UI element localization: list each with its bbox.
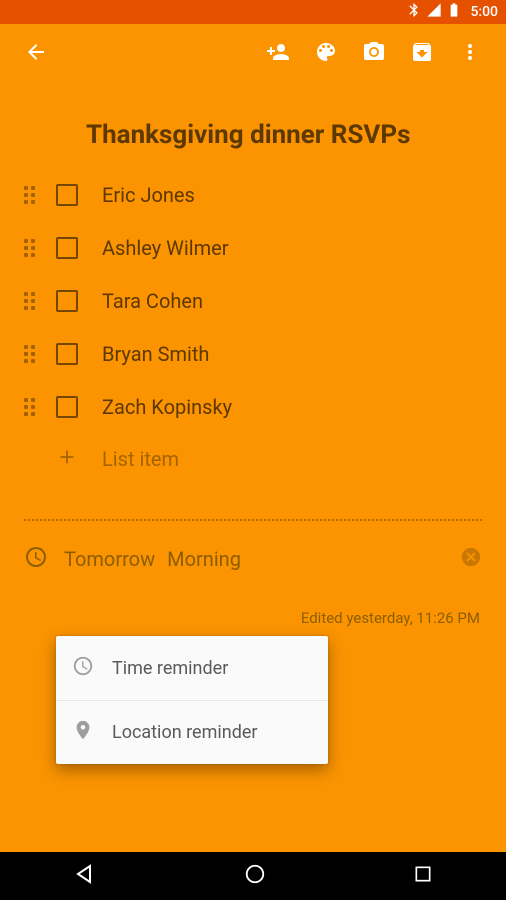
battery-icon [446,2,462,22]
time-reminder-label: Time reminder [112,658,228,679]
clear-reminder-button[interactable] [460,546,482,572]
drag-handle-icon[interactable] [24,398,42,416]
checkbox[interactable] [56,396,78,418]
drag-handle-icon[interactable] [24,292,42,310]
app-bar [0,24,506,80]
divider [24,519,482,521]
reminder-row[interactable]: Tomorrow Morning [24,545,482,573]
list-item-label[interactable]: Ashley Wilmer [102,236,229,260]
clock-icon [24,545,48,573]
status-bar: 5:00 [0,0,506,24]
archive-button[interactable] [398,28,446,76]
reminder-type-popup: Time reminder Location reminder [56,636,328,764]
drag-handle-icon[interactable] [24,345,42,363]
note-title[interactable]: Thanksgiving dinner RSVPs [86,120,482,150]
drag-handle-icon[interactable] [24,239,42,257]
drag-handle-icon[interactable] [24,186,42,204]
nav-home-button[interactable] [244,863,266,889]
clock-icon [72,655,94,682]
camera-button[interactable] [350,28,398,76]
time-reminder-option[interactable]: Time reminder [56,636,328,700]
note-content: Thanksgiving dinner RSVPs Eric Jones Ashl… [0,80,506,627]
list-item-label[interactable]: Tara Cohen [102,289,203,313]
bluetooth-icon [406,2,422,22]
add-list-item[interactable]: List item [56,433,482,485]
reminder-time[interactable]: Morning [167,547,241,572]
nav-recent-button[interactable] [413,864,433,888]
system-nav-bar [0,852,506,900]
checkbox[interactable] [56,343,78,365]
plus-icon [56,446,78,472]
reminder-text: Tomorrow Morning [64,547,241,572]
location-reminder-option[interactable]: Location reminder [56,700,328,764]
location-reminder-label: Location reminder [112,722,258,743]
reminder-day[interactable]: Tomorrow [64,547,155,572]
checkbox[interactable] [56,237,78,259]
signal-icon [426,2,442,22]
add-item-placeholder: List item [102,447,179,471]
list-item: Zach Kopinsky [24,380,482,433]
color-button[interactable] [302,28,350,76]
add-collaborator-button[interactable] [254,28,302,76]
edited-timestamp: Edited yesterday, 11:26 PM [24,609,488,627]
list-item: Eric Jones [24,168,482,221]
checkbox[interactable] [56,290,78,312]
nav-back-button[interactable] [73,862,97,890]
list-item-label[interactable]: Bryan Smith [102,342,209,366]
list-item-label[interactable]: Zach Kopinsky [102,395,232,419]
location-icon [72,719,94,746]
overflow-button[interactable] [446,28,494,76]
list-item-label[interactable]: Eric Jones [102,183,195,207]
list-item: Bryan Smith [24,327,482,380]
back-button[interactable] [12,28,60,76]
list-item: Ashley Wilmer [24,221,482,274]
list-item: Tara Cohen [24,274,482,327]
status-time: 5:00 [470,4,498,20]
checkbox[interactable] [56,184,78,206]
